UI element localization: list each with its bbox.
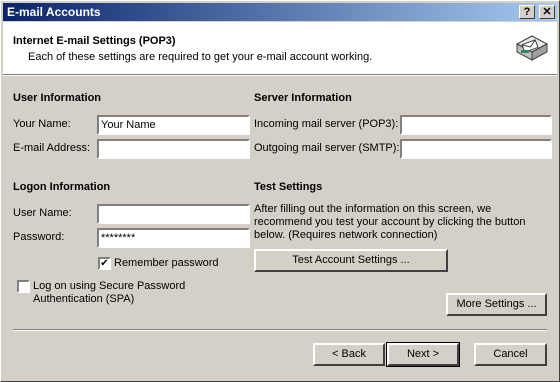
email-accounts-dialog: E-mail Accounts ? ✕ Internet E-mail Sett… (0, 0, 560, 382)
user-name-field[interactable] (97, 204, 250, 224)
close-button[interactable]: ✕ (539, 5, 555, 19)
cancel-button[interactable]: Cancel (474, 343, 547, 366)
outgoing-server-field[interactable] (400, 139, 552, 159)
spa-checkbox[interactable] (17, 280, 30, 293)
remember-password-checkbox[interactable]: ✔ (98, 257, 111, 270)
incoming-server-field[interactable] (400, 115, 552, 135)
test-settings-heading: Test Settings (254, 181, 323, 193)
password-field[interactable] (97, 228, 250, 248)
back-button[interactable]: < Back (313, 343, 385, 366)
test-desc-line3: below. (Requires network connection) (254, 229, 438, 241)
spa-label-line1: Log on using Secure Password (33, 280, 186, 292)
footer-divider (13, 329, 547, 331)
header-panel: Internet E-mail Settings (POP3) Each of … (3, 22, 557, 74)
password-label: Password: (13, 231, 65, 243)
your-name-label: Your Name: (13, 118, 71, 130)
page-title: Internet E-mail Settings (POP3) (13, 35, 176, 47)
user-info-heading: User Information (13, 92, 102, 104)
outgoing-server-label: Outgoing mail server (SMTP): (254, 142, 400, 154)
next-button[interactable]: Next > (386, 342, 460, 367)
email-address-field[interactable] (97, 139, 250, 159)
your-name-field[interactable] (97, 115, 250, 135)
title-bar[interactable]: E-mail Accounts ? ✕ (3, 3, 557, 21)
help-button[interactable]: ? (519, 5, 535, 19)
mail-server-icon (515, 35, 549, 61)
more-settings-button[interactable]: More Settings ... (446, 293, 547, 316)
header-divider (3, 74, 557, 76)
user-name-label: User Name: (13, 207, 72, 219)
remember-password-label: Remember password (114, 257, 219, 269)
test-account-settings-button[interactable]: Test Account Settings ... (254, 249, 448, 272)
email-address-label: E-mail Address: (13, 142, 91, 154)
incoming-server-label: Incoming mail server (POP3): (254, 118, 399, 130)
server-info-heading: Server Information (254, 92, 352, 104)
page-subtitle: Each of these settings are required to g… (28, 51, 373, 63)
window-title: E-mail Accounts (7, 5, 101, 19)
logon-info-heading: Logon Information (13, 181, 111, 193)
spa-label-line2: Authentication (SPA) (33, 293, 135, 305)
test-desc-line2: recommend you test your account by click… (254, 216, 526, 228)
test-desc-line1: After filling out the information on thi… (254, 203, 492, 215)
